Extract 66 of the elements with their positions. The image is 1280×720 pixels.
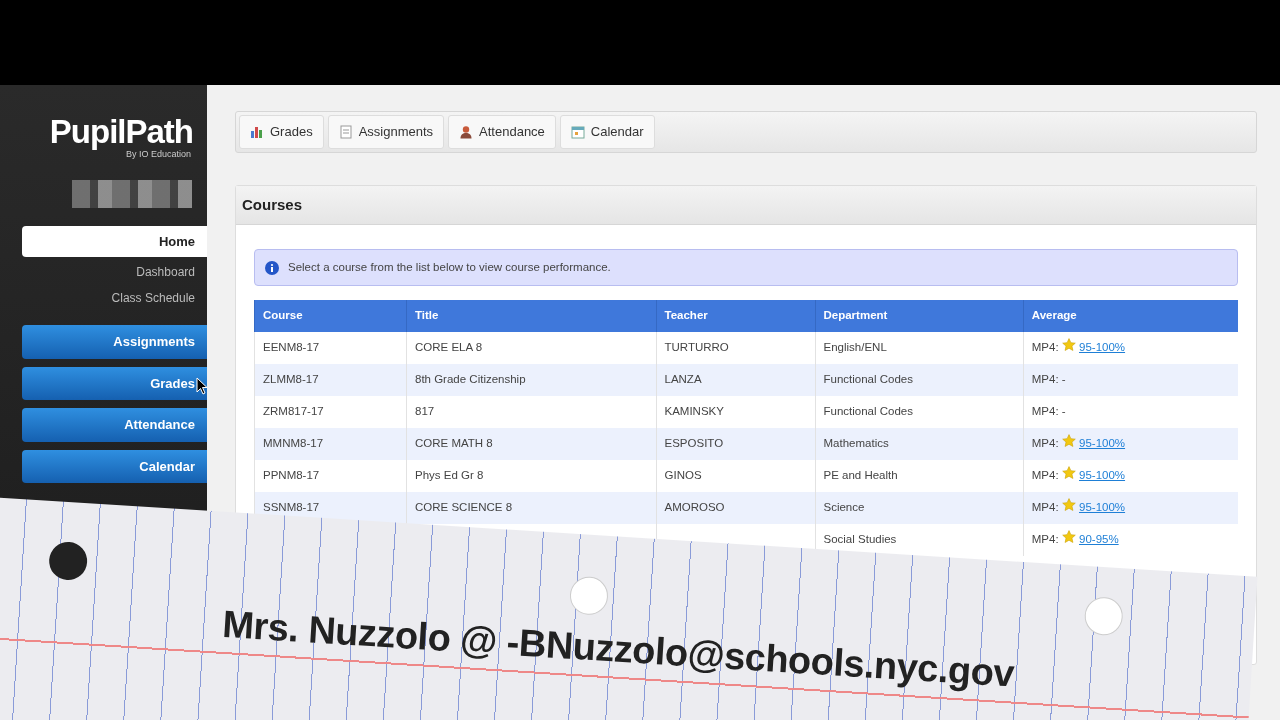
table-cell: Social Studies	[823, 532, 897, 545]
average-label: MP4:	[1031, 533, 1059, 546]
toolbar-button[interactable]: Calendar	[559, 115, 655, 149]
info-icon	[265, 260, 279, 275]
sidebar-tab[interactable]: Home	[22, 225, 207, 257]
document-icon	[338, 124, 353, 139]
logo-text: PupilPath	[48, 115, 194, 148]
bar-chart-icon	[250, 124, 264, 139]
grade-text: -	[1061, 404, 1066, 417]
sidebar-link[interactable]: Class Schedule	[22, 283, 207, 309]
grade-text: -	[1061, 372, 1066, 385]
sidebar-button[interactable]: Calendar	[22, 449, 207, 483]
grade-link[interactable]: 95-100%	[1079, 501, 1126, 514]
grade-link[interactable]: 95-100%	[1079, 437, 1126, 450]
table-cell: PPNM8-17	[263, 468, 320, 481]
sidebar-button[interactable]: Grades	[22, 366, 207, 400]
grade-link[interactable]: 95-100%	[1079, 469, 1126, 482]
table-cell: KAMINSKY	[664, 404, 724, 417]
grade-link[interactable]: 90-95%	[1079, 533, 1119, 546]
table-cell: MMNM8-17	[263, 436, 324, 449]
column-header: Teacher	[656, 300, 815, 332]
banner-text: Mrs. Nuzzolo @ -BNuzzolo@schools.nyc.gov	[221, 603, 1016, 696]
logo-subtitle: By IO Education	[125, 149, 191, 161]
table-cell: CORE ELA 8	[415, 340, 483, 353]
average-label: MP4:	[1031, 501, 1059, 514]
table-cell: Science	[823, 500, 865, 513]
alert-text: Select a course from the list below to view course performance.	[288, 260, 611, 275]
table-cell: Phys Ed Gr 8	[415, 468, 484, 481]
table-cell: CORE MATH 8	[415, 436, 493, 449]
table-cell: Functional Codes	[823, 404, 913, 417]
toolbar-button[interactable]: Assignments	[327, 115, 445, 149]
table-cell: 8th Grade Citizenship	[415, 372, 526, 385]
toolbar-button[interactable]: Attendance	[448, 115, 556, 149]
sidebar-button[interactable]: Attendance	[22, 408, 207, 442]
table-cell: EENM8-17	[263, 340, 320, 353]
panel-title: Courses	[236, 185, 1256, 225]
table-cell: ESPOSITO	[664, 436, 724, 449]
average-label: MP4:	[1031, 437, 1059, 450]
toolbar-button[interactable]: Grades	[239, 115, 324, 149]
table-cell: Mathematics	[823, 436, 889, 449]
table-cell: ZRM817-17	[263, 404, 324, 417]
sidebar-link[interactable]: Dashboard	[22, 257, 207, 283]
table-cell: AMOROSO	[664, 500, 725, 513]
person-icon	[459, 124, 474, 139]
table-cell: 817	[415, 404, 435, 417]
table-cell: GINOS	[664, 468, 702, 481]
sidebar-button[interactable]: Assignments	[22, 325, 207, 359]
average-label: MP4:	[1031, 372, 1059, 385]
table-cell: LANZA	[664, 372, 702, 385]
average-label: MP4:	[1031, 404, 1059, 417]
table-cell: CORE SCIENCE 8	[415, 500, 513, 513]
calendar-icon	[570, 124, 585, 139]
table-cell: PE and Health	[823, 468, 898, 481]
table-cell: English/ENL	[823, 340, 887, 353]
table-cell: SSNM8-17	[263, 500, 320, 513]
column-header: Department	[815, 300, 1024, 332]
table-cell: ZLMM8-17	[263, 372, 319, 385]
mouse-cursor-icon	[196, 377, 208, 395]
column-header: Course	[254, 300, 407, 332]
grade-link[interactable]: 95-100%	[1079, 341, 1126, 354]
table-cell: TURTURRO	[664, 340, 729, 353]
column-header: Average	[1023, 300, 1238, 332]
average-label: MP4:	[1031, 469, 1059, 482]
table-cell: Functional Codes	[823, 372, 913, 385]
average-label: MP4:	[1031, 341, 1059, 354]
column-header: Title	[406, 300, 656, 332]
